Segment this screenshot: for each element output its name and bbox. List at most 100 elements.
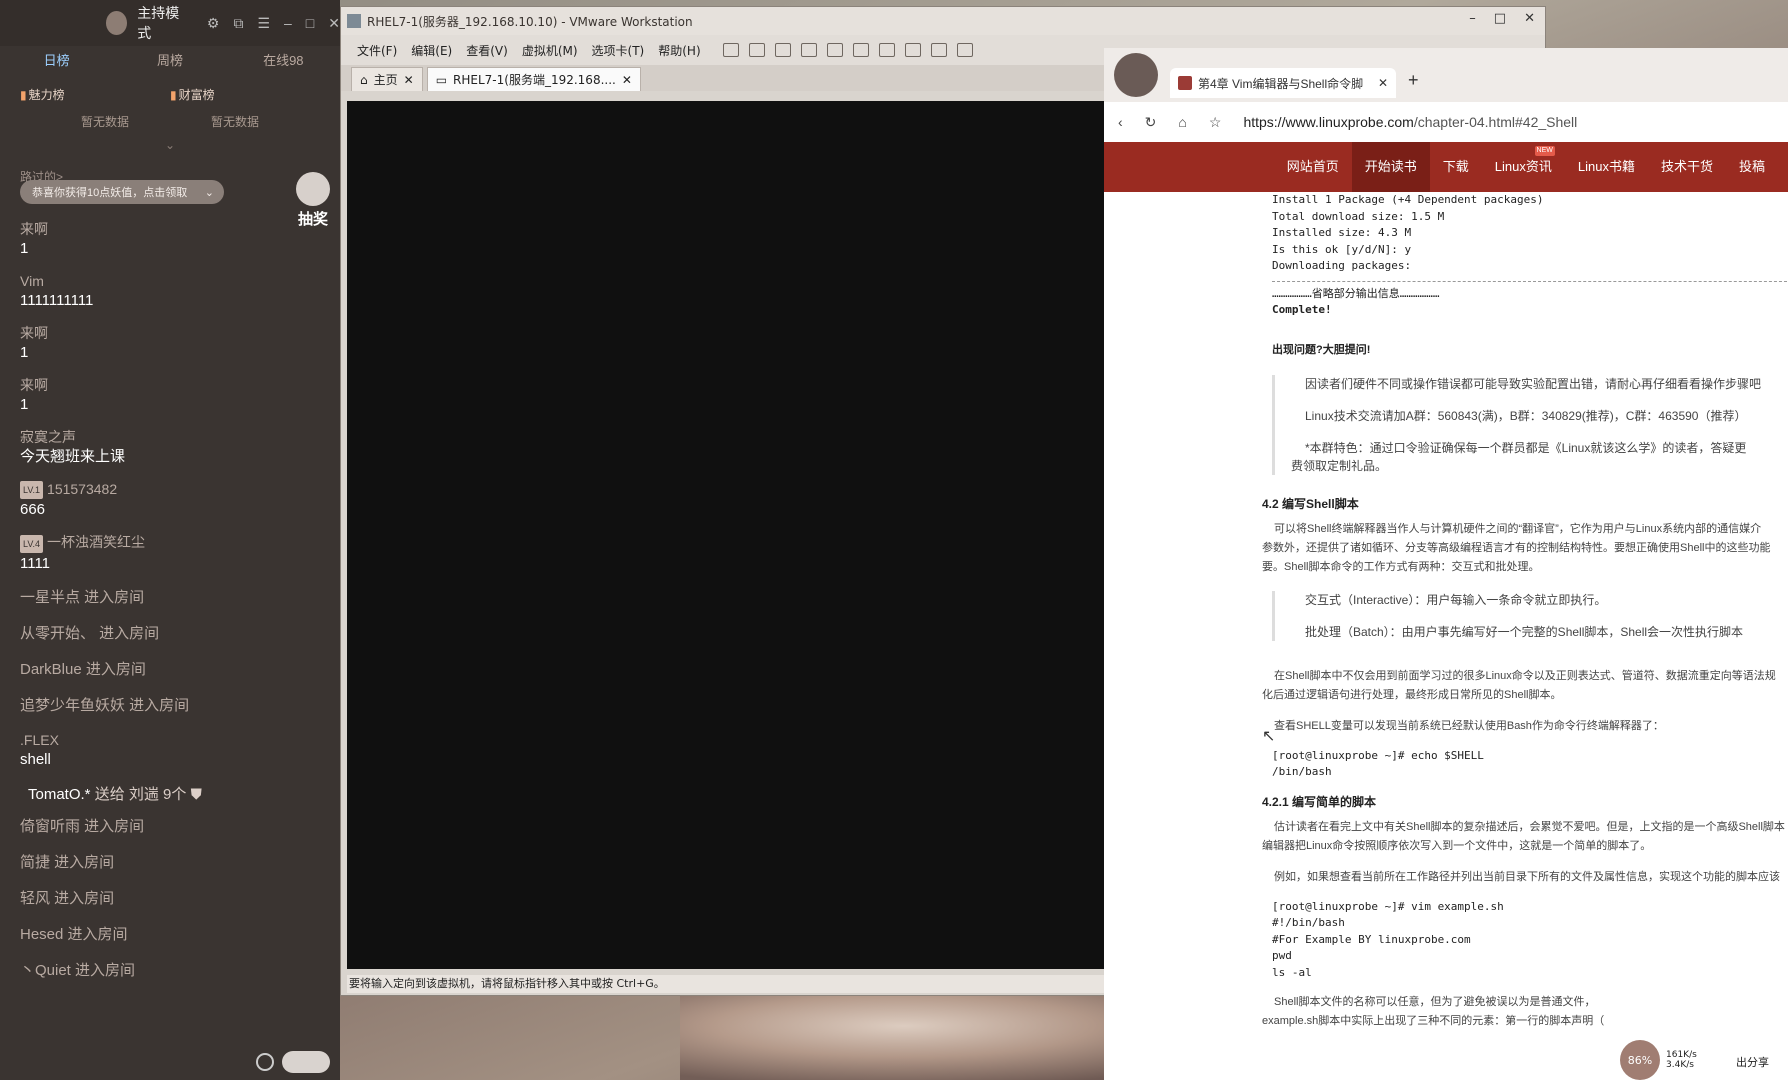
pause-icon[interactable] <box>722 43 739 57</box>
fullscreen-icon[interactable] <box>904 43 921 57</box>
share-button[interactable]: 出分享 <box>1736 1054 1769 1070</box>
close-icon[interactable]: ✕ <box>1378 76 1388 90</box>
console-view-icon[interactable] <box>878 43 895 57</box>
snapshot-icon[interactable] <box>774 43 791 57</box>
menu-vm[interactable]: 虚拟机(M) <box>522 42 578 59</box>
wealth-rank-label[interactable]: 财富榜 <box>179 88 215 102</box>
enter-notice: 倚窗听雨 进入房间 <box>20 817 145 835</box>
home-icon[interactable]: ⌂ <box>1178 114 1186 130</box>
tab-vm-label: RHEL7-1(服务端_192.168.... <box>453 73 616 87</box>
home-icon: ⌂ <box>360 72 368 87</box>
new-tab-icon[interactable]: + <box>1408 70 1419 91</box>
enter-notice: 一星半点 进入房间 <box>20 588 145 606</box>
nav-news[interactable]: Linux资讯 NEW <box>1482 142 1565 192</box>
back-icon[interactable]: ‹ <box>1118 114 1123 130</box>
chat-user[interactable]: Vim <box>20 272 320 290</box>
chat-message: 来啊 1 <box>20 376 320 416</box>
send-button[interactable] <box>282 1051 330 1073</box>
menu-file[interactable]: 文件(F) <box>357 42 397 59</box>
gift-user[interactable]: TomatO.* <box>28 786 91 803</box>
close-icon[interactable]: ✕ <box>622 73 632 87</box>
close-icon[interactable]: ✕ <box>404 73 414 87</box>
chat-messages: 来啊 1 Vim 1111111111 来啊 1 来啊 1 寂寞之声 今天翘班来… <box>20 220 320 996</box>
chevron-down-icon: ⌄ <box>204 186 214 199</box>
level-badge: LV.1 <box>20 481 44 500</box>
wealth-icon: ▮ <box>170 88 177 102</box>
url-host: https://www.linuxprobe.com <box>1243 114 1414 130</box>
network-speed-widget[interactable]: 86% 161K/s 3.4K/s <box>1620 1040 1697 1080</box>
chat-text: 今天翘班来上课 <box>20 448 126 465</box>
profile-avatar[interactable] <box>1114 53 1158 97</box>
enter-notice: 简捷 进入房间 <box>20 853 115 871</box>
reward-notice[interactable]: 恭喜你获得10点妖值，点击领取 ⌄ <box>20 180 224 204</box>
sidebar-icon[interactable] <box>852 43 869 57</box>
settings-icon[interactable]: ⚙ <box>207 15 220 32</box>
collapse-chevron-icon[interactable]: ⌄ <box>0 138 340 152</box>
tab-home[interactable]: ⌂ 主页 ✕ <box>351 67 423 91</box>
paragraph: 编辑器把Linux命令按照顺序依次写入到一个文件中，这就是一个简单的脚本了。 <box>1262 839 1652 852</box>
emoji-icon[interactable] <box>256 1053 274 1071</box>
stretch-icon[interactable] <box>956 43 973 57</box>
level-badge: LV.4 <box>20 534 44 553</box>
chat-user[interactable]: .FLEX <box>20 731 320 749</box>
enter-notice: Hesed 进入房间 <box>20 925 128 943</box>
vm-console-screen[interactable] <box>347 101 1107 969</box>
menu-icon[interactable]: ☰ <box>257 15 270 32</box>
article-body: Install 1 Package (+4 Dependent packages… <box>1104 192 1788 1080</box>
chat-input-bar <box>0 1044 340 1080</box>
browser-tab[interactable]: 第4章 Vim编辑器与Shell命令脚 ✕ <box>1170 68 1396 98</box>
close-icon[interactable]: ✕ <box>328 15 340 32</box>
chat-user[interactable]: 来啊 <box>20 376 320 394</box>
tab-daily[interactable]: 日榜 <box>0 50 113 69</box>
manage-snapshots-icon[interactable] <box>826 43 843 57</box>
minimize-icon[interactable]: – <box>284 15 292 32</box>
menu-tabs[interactable]: 选项卡(T) <box>592 42 645 59</box>
reload-icon[interactable]: ↻ <box>1145 114 1157 131</box>
chat-user[interactable]: 来啊 <box>20 220 320 238</box>
paragraph: 可以将Shell终端解释器当作人与计算机硬件之间的“翻译官”，它作为用户与Lin… <box>1274 522 1762 535</box>
chat-user[interactable]: 来啊 <box>20 324 320 342</box>
paragraph: 要。Shell脚本命令的工作方式有两种：交互式和批处理。 <box>1262 560 1540 573</box>
menu-edit[interactable]: 编辑(E) <box>411 42 452 59</box>
minimize-icon[interactable]: – <box>1469 11 1476 26</box>
nav-submit[interactable]: 投稿 <box>1726 142 1778 192</box>
url-field[interactable]: https://www.linuxprobe.com/chapter-04.ht… <box>1243 114 1577 130</box>
unity-icon[interactable] <box>930 43 947 57</box>
help-line-3: *本群特色：通过口令验证确保每一个群员都是《Linux就该这么学》的读者，答疑更 <box>1305 440 1747 455</box>
host-avatar[interactable] <box>106 11 128 35</box>
chat-user[interactable]: 一杯浊酒笑红尘 <box>47 534 145 550</box>
enter-notice: 轻风 进入房间 <box>20 889 115 907</box>
enter-notice: DarkBlue 进入房间 <box>20 660 146 678</box>
maximize-icon[interactable]: □ <box>306 15 314 32</box>
chat-user[interactable]: 寂寞之声 <box>20 428 320 446</box>
upload-speed: 161K/s <box>1666 1050 1697 1060</box>
tab-weekly[interactable]: 周榜 <box>113 50 226 69</box>
popout-icon[interactable]: ⧉ <box>233 15 243 32</box>
nav-read[interactable]: 开始读书 <box>1351 142 1430 192</box>
help-line-2: Linux技术交流请加A群：560843(满)，B群：340829(推荐)，C群… <box>1305 408 1747 423</box>
chat-message: 寂寞之声 今天翘班来上课 <box>20 428 320 468</box>
nav-tech[interactable]: 技术干货 <box>1648 142 1726 192</box>
chat-user[interactable]: 151573482 <box>47 481 117 497</box>
mouse-cursor-icon: ↖ <box>1262 726 1276 745</box>
chat-text: shell <box>20 750 51 768</box>
chat-message: LV.1 151573482 666 <box>20 480 320 521</box>
send-keys-icon[interactable] <box>748 43 765 57</box>
maximize-icon[interactable]: □ <box>1494 11 1506 26</box>
vm-status-bar: 要将输入定向到该虚拟机，请将鼠标指针移入其中或按 Ctrl+G。 <box>347 975 1107 993</box>
divider <box>1272 280 1788 282</box>
help-line-1: 因读者们硬件不同或操作错误都可能导致实验配置出错，请耐心再仔细看看操作步骤吧 <box>1305 376 1762 391</box>
charm-rank-label[interactable]: 魅力榜 <box>29 88 65 102</box>
section-heading-4-2-1: 4.2.1 编写简单的脚本 <box>1262 794 1377 809</box>
close-icon[interactable]: ✕ <box>1524 11 1535 26</box>
tab-vm[interactable]: ▭ RHEL7-1(服务端_192.168.... ✕ <box>426 67 641 91</box>
section-heading-4-2: 4.2 编写Shell脚本 <box>1262 496 1359 511</box>
nav-download[interactable]: 下载 <box>1430 142 1482 192</box>
menu-view[interactable]: 查看(V) <box>466 42 508 59</box>
nav-home[interactable]: 网站首页 <box>1274 142 1352 192</box>
star-icon[interactable]: ☆ <box>1209 114 1222 131</box>
nav-books[interactable]: Linux书籍 <box>1565 142 1648 192</box>
tab-online[interactable]: 在线98 <box>227 50 340 69</box>
revert-snapshot-icon[interactable] <box>800 43 817 57</box>
menu-help[interactable]: 帮助(H) <box>658 42 700 59</box>
